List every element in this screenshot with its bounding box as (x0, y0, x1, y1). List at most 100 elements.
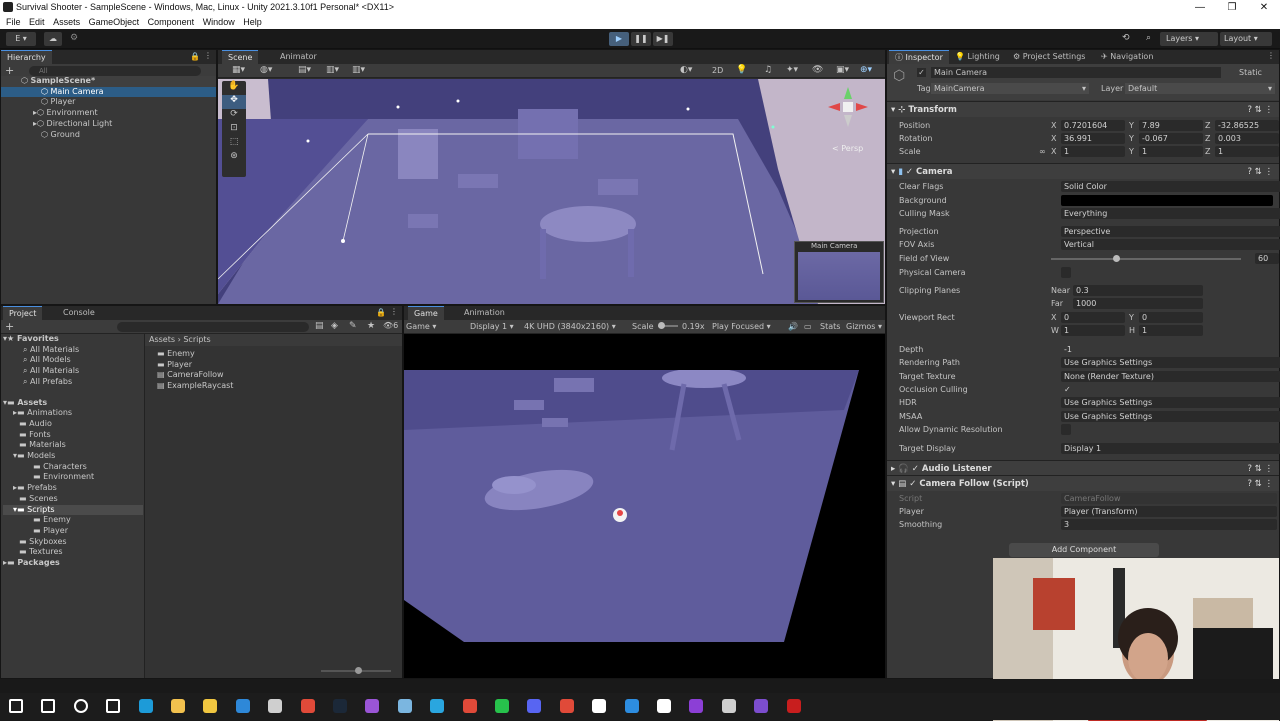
tab-game[interactable]: Game (408, 306, 444, 320)
tab-project-settings[interactable]: ⚙ Project Settings (1007, 50, 1091, 64)
rect-tool-icon[interactable]: ⬚ (222, 137, 246, 151)
pause-button[interactable]: ❚❚ (631, 32, 651, 46)
project-search-input[interactable] (117, 322, 309, 332)
property-value[interactable]: ✓ (1061, 384, 1071, 395)
kebab-menu-icon[interactable]: ⋮ (390, 307, 398, 316)
hierarchy-item-environment[interactable]: ▸⬡ Environment (1, 108, 216, 119)
viewport-y-field[interactable]: 0 (1139, 312, 1203, 323)
component-menu-icons[interactable]: ? ⇅ ⋮ (1247, 476, 1273, 492)
link-icon[interactable]: ∞ (1039, 145, 1046, 158)
app-a-icon[interactable] (365, 699, 380, 713)
folder-item[interactable]: ▾▬ Models (3, 451, 143, 462)
whatsapp-icon[interactable] (495, 699, 509, 713)
active-checkbox[interactable]: ✓ (917, 68, 926, 77)
stats-button[interactable]: Stats (820, 320, 840, 333)
background-color-swatch[interactable] (1061, 195, 1273, 206)
step-button[interactable]: ▶❚ (653, 32, 673, 46)
property-value[interactable]: Vertical (1061, 239, 1280, 250)
hierarchy-item-directional-light[interactable]: ▸⬡ Directional Light (1, 119, 216, 130)
hierarchy-search-input[interactable]: All (29, 66, 201, 76)
file-item-camerafollow[interactable]: ▤ CameraFollow (157, 370, 233, 381)
file-item-exampleraycast[interactable]: ▤ ExampleRaycast (157, 381, 233, 392)
menu-window[interactable]: Window (203, 15, 235, 29)
hidden-objects-icon[interactable]: 👁 (812, 65, 823, 75)
layers-dropdown[interactable]: Layers ▾ (1160, 32, 1218, 46)
position-y-field[interactable]: 7.89 (1139, 120, 1203, 131)
app-b-icon[interactable] (397, 699, 412, 713)
rotate-tool-icon[interactable]: ⟳ (222, 109, 246, 123)
account-button[interactable]: E ▾ (6, 32, 36, 46)
hidden-packages-icon[interactable]: 👁6 (383, 321, 398, 330)
hierarchy-item-main-camera[interactable]: ⬡ Main Camera (1, 86, 216, 98)
display-select[interactable]: Display 1 ▾ (470, 320, 514, 333)
icon-size-slider[interactable] (321, 667, 391, 674)
vsync-icon[interactable]: ▭ (804, 320, 812, 333)
enabled-checkbox[interactable]: ✓ (906, 167, 916, 177)
lock-icon[interactable]: 🔒 (376, 308, 386, 317)
favorite-item[interactable]: ⌕ All Models (3, 355, 143, 366)
cortana-icon[interactable] (73, 699, 88, 713)
menu-edit[interactable]: Edit (29, 15, 45, 29)
far-field[interactable]: 1000 (1073, 298, 1203, 309)
tab-lighting[interactable]: 💡 Lighting (949, 50, 1006, 64)
menu-gameobject[interactable]: GameObject (89, 15, 140, 29)
filezilla-icon[interactable] (786, 699, 801, 713)
enabled-checkbox[interactable]: ✓ (909, 479, 919, 489)
gizmos-button[interactable]: Gizmos ▾ (846, 320, 882, 333)
rotation-x-field[interactable]: 36.991 (1061, 133, 1125, 144)
tag-dropdown[interactable]: MainCamera ▾ (931, 83, 1089, 94)
fov-slider[interactable] (1051, 255, 1241, 262)
layout-dropdown[interactable]: Layout ▾ (1220, 32, 1272, 46)
file-item-enemy[interactable]: ▬ Enemy (157, 349, 233, 360)
scale-tool-icon[interactable]: ⊡ (222, 123, 246, 137)
enabled-checkbox[interactable]: ✓ (912, 464, 922, 474)
property-value[interactable]: Use Graphics Settings (1061, 397, 1280, 408)
steam-icon[interactable] (333, 699, 347, 713)
chrome-3-icon[interactable] (559, 699, 574, 713)
folder-item[interactable]: ▬ Skyboxes (3, 537, 143, 548)
view-select[interactable]: Game ▾ (406, 320, 436, 333)
property-value[interactable]: Everything (1061, 208, 1280, 219)
play-button[interactable]: ▶ (609, 32, 629, 46)
type-filter-icon[interactable]: ◈ (331, 321, 338, 331)
viewport-w-field[interactable]: 1 (1061, 325, 1125, 336)
static-toggle[interactable]: Static (1239, 68, 1262, 77)
slider-thumb[interactable] (658, 322, 665, 329)
tab-project[interactable]: Project (3, 306, 43, 320)
toggle-2d-button[interactable]: 2D (712, 66, 723, 75)
expand-arrow-icon[interactable]: ▾ (887, 167, 895, 177)
packages-header[interactable]: ▸▬ Packages (3, 558, 143, 569)
property-value[interactable]: Perspective (1061, 226, 1280, 237)
close-button[interactable]: ✕ (1248, 0, 1280, 15)
position-x-field[interactable]: 0.7201604 (1061, 120, 1125, 131)
task-view-icon[interactable] (106, 699, 121, 713)
tab-navigation[interactable]: ✈ Navigation (1095, 50, 1159, 64)
collab-icon[interactable]: ⚙ (70, 33, 78, 43)
expand-arrow-icon[interactable]: ▸ (887, 464, 895, 474)
tab-animation[interactable]: Animation (458, 306, 511, 320)
tab-hierarchy[interactable]: Hierarchy (1, 50, 52, 64)
hierarchy-item-ground[interactable]: ⬡ Ground (1, 130, 216, 141)
scene-row[interactable]: ⬡ SampleScene* (1, 76, 216, 87)
minimize-button[interactable]: — (1184, 0, 1216, 15)
snap-settings-icon[interactable]: ▥▾ (352, 65, 365, 75)
telegram-icon[interactable] (430, 699, 445, 713)
unity-icon[interactable] (721, 699, 736, 713)
audio-icon[interactable]: ♫ (764, 65, 772, 75)
camera-follow-header[interactable]: ▾ ▤ ✓ Camera Follow (Script) ? ⇅ ⋮ (887, 475, 1279, 491)
vscode-icon[interactable] (624, 699, 639, 713)
discord-icon[interactable] (527, 699, 542, 713)
kebab-menu-icon[interactable]: ⋮ (204, 51, 212, 60)
slider-thumb[interactable] (355, 667, 362, 674)
search-icon[interactable] (41, 699, 56, 713)
viewport-h-field[interactable]: 1 (1139, 325, 1203, 336)
gizmos-icon[interactable]: ⊕▾ (860, 65, 872, 75)
edge-icon[interactable] (138, 699, 153, 713)
render-mode-icon[interactable]: ◐▾ (680, 65, 692, 75)
folder-item[interactable]: ▬ Enemy (3, 515, 143, 526)
fov-value[interactable]: 60 (1255, 253, 1279, 264)
draw-mode-icon[interactable]: ▦▾ (232, 65, 245, 75)
grid-icon[interactable]: ▤▾ (298, 65, 311, 75)
menu-assets[interactable]: Assets (53, 15, 80, 29)
folder-item-selected[interactable]: ▾▬ Scripts (3, 504, 143, 516)
